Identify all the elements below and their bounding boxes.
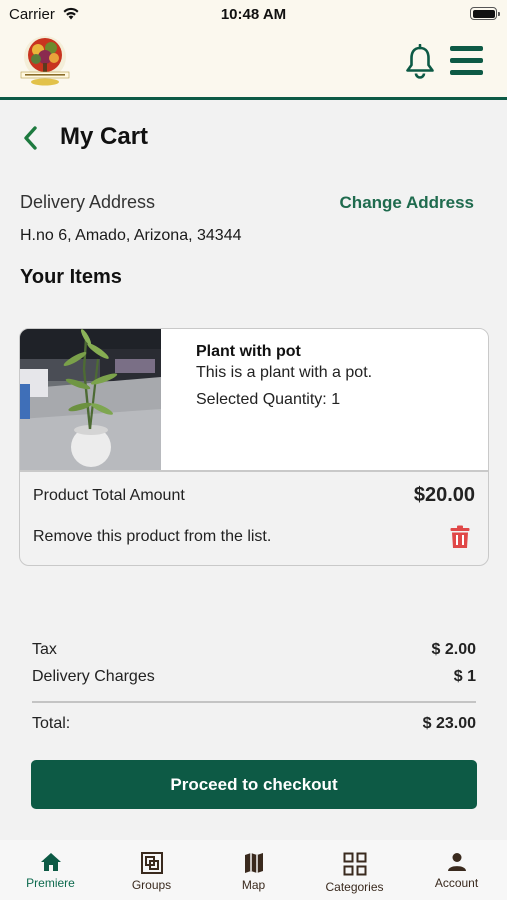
tab-label: Account [434, 876, 479, 890]
tab-label: Categories [325, 880, 384, 894]
your-items-heading: Your Items [20, 266, 122, 288]
brand-logo[interactable] [16, 35, 74, 87]
status-time: 10:48 AM [220, 6, 287, 23]
tax-value: $ 2.00 [431, 641, 476, 658]
tab-label: Groups [131, 878, 172, 892]
grand-total-row: Total: $ 23.00 [32, 715, 476, 733]
delivery-address-label: Delivery Address [20, 192, 156, 212]
grand-total-value: $ 23.00 [422, 715, 476, 732]
tax-label: Tax [32, 641, 57, 658]
page-title: My Cart [60, 123, 149, 150]
grand-total-label: Total: [32, 715, 71, 732]
tab-label: Map [241, 878, 266, 892]
card-divider [20, 470, 488, 472]
proceed-to-checkout-button[interactable]: Proceed to checkout [31, 760, 477, 809]
tab-groups[interactable]: Groups [101, 840, 202, 900]
categories-grid-icon [343, 852, 366, 876]
tab-label: Premiere [26, 876, 75, 890]
product-name: Plant with pot [196, 343, 301, 360]
status-bar: Carrier 10:48 AM [0, 0, 507, 30]
tab-account[interactable]: Account [406, 840, 507, 900]
battery-icon [470, 7, 500, 20]
trash-icon[interactable] [450, 525, 470, 549]
bottom-tab-bar: Premiere Groups Map Categories Account [0, 840, 507, 900]
product-info[interactable]: Plant with pot This is a plant with a po… [161, 329, 488, 470]
delivery-charges-row: Delivery Charges $ 1 [32, 668, 476, 686]
product-total-value: $20.00 [413, 484, 475, 506]
product-image[interactable] [20, 329, 161, 470]
tab-map[interactable]: Map [203, 840, 304, 900]
hamburger-menu-icon[interactable] [450, 46, 483, 76]
remove-product-label: Remove this product from the list. [33, 528, 272, 545]
cart-item-card: Plant with pot This is a plant with a po… [19, 328, 489, 566]
delivery-charges-value: $ 1 [453, 668, 476, 685]
tab-categories[interactable]: Categories [304, 840, 405, 900]
groups-icon [140, 852, 163, 874]
delivery-charges-label: Delivery Charges [32, 668, 155, 685]
map-icon [244, 853, 263, 873]
product-total-label: Product Total Amount [33, 487, 185, 504]
product-description: This is a plant with a pot. [196, 364, 373, 381]
tab-premiere[interactable]: Premiere [0, 840, 101, 900]
delivery-address-value: H.no 6, Amado, Arizona, 34344 [20, 227, 242, 244]
product-quantity: Selected Quantity: 1 [196, 391, 341, 408]
home-icon [40, 853, 61, 871]
tax-row: Tax $ 2.00 [32, 641, 476, 659]
app-header [0, 30, 507, 100]
change-address-link[interactable]: Change Address [340, 193, 474, 213]
bell-icon[interactable] [404, 44, 436, 80]
account-icon [447, 853, 466, 871]
chevron-left-icon[interactable] [20, 124, 42, 152]
summary-divider [32, 701, 476, 703]
